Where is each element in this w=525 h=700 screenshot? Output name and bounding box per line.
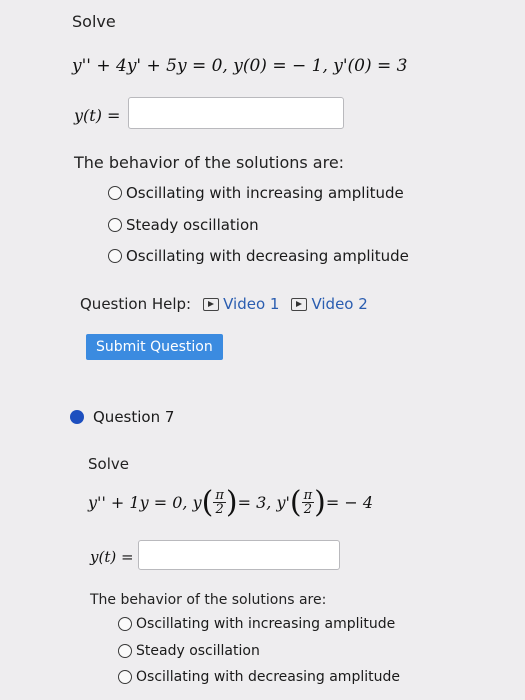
q6-solve-label: Solve xyxy=(72,12,116,31)
left-paren: ( xyxy=(201,485,214,520)
fraction-numerator: π xyxy=(301,488,315,503)
fraction-numerator: π xyxy=(213,488,226,503)
video-2-link[interactable]: Video 2 xyxy=(291,295,368,313)
q7-equation-right: = − 4 xyxy=(325,493,374,512)
radio-button[interactable] xyxy=(108,249,122,263)
q7-equation-mid: = 3, y' xyxy=(237,493,290,512)
pi-over-2: π 2 xyxy=(301,488,315,517)
q6-option-decreasing[interactable]: Oscillating with decreasing amplitude xyxy=(108,247,409,265)
fraction-denominator: 2 xyxy=(215,502,224,517)
q7-option-increasing[interactable]: Oscillating with increasing amplitude xyxy=(118,616,395,632)
q6-option-steady[interactable]: Steady oscillation xyxy=(108,216,259,234)
video-2-label: Video 2 xyxy=(311,295,368,313)
play-video-icon xyxy=(203,297,220,311)
q7-solve-label: Solve xyxy=(88,455,129,473)
option-label: Steady oscillation xyxy=(126,216,259,234)
q7-option-steady[interactable]: Steady oscillation xyxy=(118,643,260,659)
radio-button[interactable] xyxy=(108,218,122,232)
q7-equation-left: y'' + 1y = 0, y xyxy=(88,493,202,512)
play-video-icon xyxy=(291,297,308,311)
radio-button[interactable] xyxy=(118,617,132,631)
pi-over-2: π 2 xyxy=(213,489,226,516)
option-label: Oscillating with decreasing amplitude xyxy=(136,669,400,685)
option-label: Oscillating with decreasing amplitude xyxy=(126,247,409,265)
right-paren: ) xyxy=(225,485,238,520)
left-paren: ( xyxy=(289,485,302,520)
option-label: Oscillating with increasing amplitude xyxy=(126,184,404,202)
q6-behavior-prompt: The behavior of the solutions are: xyxy=(74,153,345,172)
q6-answer-input[interactable] xyxy=(128,97,344,129)
option-label: Steady oscillation xyxy=(136,643,260,659)
radio-button[interactable] xyxy=(118,670,132,684)
q7-behavior-prompt: The behavior of the solutions are: xyxy=(90,592,327,608)
option-label: Oscillating with increasing amplitude xyxy=(136,616,396,632)
q6-equation: y'' + 4y' + 5y = 0, y(0) = − 1, y'(0) = … xyxy=(72,56,408,76)
q7-title: Question 7 xyxy=(93,408,175,426)
video-1-link[interactable]: Video 1 xyxy=(203,295,279,313)
q6-option-increasing[interactable]: Oscillating with increasing amplitude xyxy=(108,184,404,202)
q6-answer-label: y(t) = xyxy=(74,106,121,125)
q7-answer-input[interactable] xyxy=(138,540,340,570)
question-status-dot xyxy=(70,410,84,424)
fraction-denominator: 2 xyxy=(303,502,312,517)
submit-question-button[interactable]: Submit Question xyxy=(86,334,223,360)
q7-option-decreasing[interactable]: Oscillating with decreasing amplitude xyxy=(118,669,400,685)
question-help-label: Question Help: xyxy=(80,295,192,313)
radio-button[interactable] xyxy=(108,186,122,200)
right-paren: ) xyxy=(314,485,326,520)
q7-answer-label: y(t) = xyxy=(90,548,134,566)
radio-button[interactable] xyxy=(118,644,132,658)
q6-question-help: Question Help: Video 1 Video 2 xyxy=(80,295,368,313)
q7-equation: y'' + 1y = 0, y ( π 2 ) = 3, y' ( π 2 ) … xyxy=(88,485,373,520)
video-1-label: Video 1 xyxy=(223,295,280,313)
